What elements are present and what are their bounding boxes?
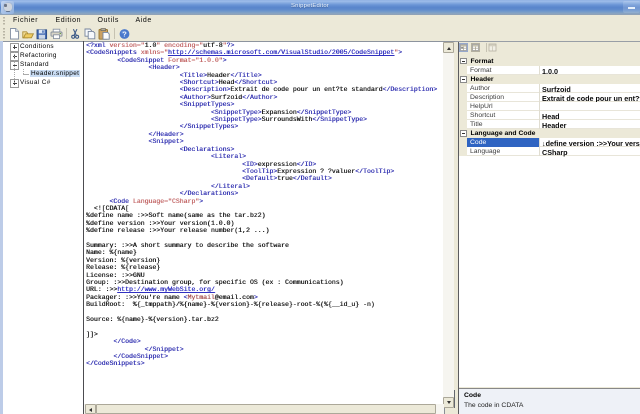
svg-text:?: ? <box>122 30 127 39</box>
